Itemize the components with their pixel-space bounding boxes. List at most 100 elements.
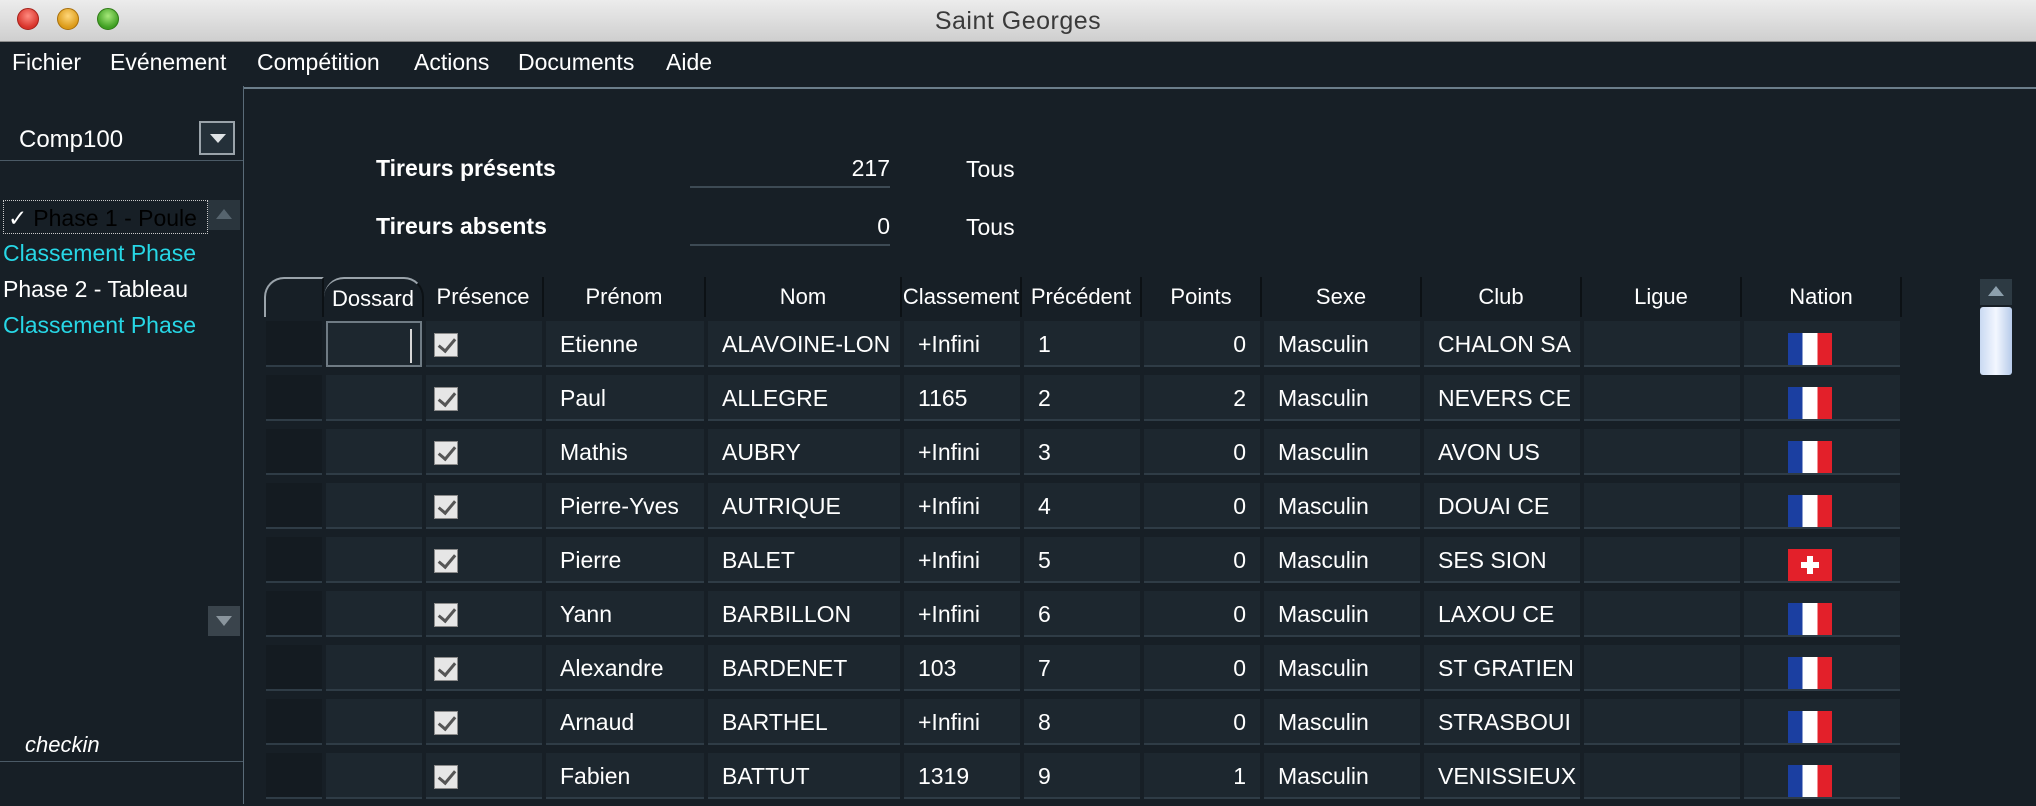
phase-item[interactable]: ✓ Phase 1 - Poule <box>3 200 208 234</box>
cell-ligue[interactable] <box>1584 753 1740 799</box>
cell-sexe[interactable]: Masculin <box>1264 753 1420 799</box>
cell-points[interactable]: 0 <box>1144 429 1260 475</box>
cell-club[interactable]: AVON US <box>1424 429 1580 475</box>
cell-prenom[interactable]: Pierre-Yves <box>546 483 704 529</box>
cell-club[interactable]: LAXOU CE <box>1424 591 1580 637</box>
phase-item[interactable]: Phase 2 - Tableau <box>3 272 208 306</box>
cell-classement[interactable]: 1319 <box>904 753 1020 799</box>
absent-shooters-filter[interactable]: Tous <box>966 214 1015 241</box>
cell-sexe[interactable]: Masculin <box>1264 483 1420 529</box>
cell-row-header[interactable] <box>266 321 322 367</box>
column-header-dossard[interactable]: Dossard <box>324 277 424 317</box>
cell-club[interactable]: NEVERS CE <box>1424 375 1580 421</box>
cell-ligue[interactable] <box>1584 645 1740 691</box>
cell-points[interactable]: 0 <box>1144 483 1260 529</box>
cell-dossard[interactable] <box>326 483 422 529</box>
column-header-precedent[interactable]: Précédent <box>1022 277 1142 317</box>
cell-presence[interactable] <box>426 429 542 475</box>
cell-nom[interactable]: ALLEGRE <box>708 375 900 421</box>
cell-dossard[interactable] <box>326 591 422 637</box>
cell-sexe[interactable]: Masculin <box>1264 699 1420 745</box>
cell-presence[interactable] <box>426 645 542 691</box>
cell-ligue[interactable] <box>1584 537 1740 583</box>
cell-classement[interactable]: +Infini <box>904 483 1020 529</box>
competition-dropdown-button[interactable] <box>199 121 235 155</box>
cell-club[interactable]: SES SION <box>1424 537 1580 583</box>
cell-club[interactable]: ST GRATIEN <box>1424 645 1580 691</box>
phase-list-scroll-up-icon[interactable] <box>208 200 240 230</box>
cell-precedent[interactable]: 7 <box>1024 645 1140 691</box>
phase-item[interactable]: Classement Phase <box>3 236 208 270</box>
table-scroll-up-icon[interactable] <box>1980 279 2012 305</box>
cell-presence[interactable] <box>426 321 542 367</box>
cell-nom[interactable]: BARBILLON <box>708 591 900 637</box>
phase-item[interactable]: Classement Phase <box>3 308 208 342</box>
cell-nom[interactable]: AUTRIQUE <box>708 483 900 529</box>
competition-select-value[interactable]: Comp100 <box>19 126 123 154</box>
table-row[interactable]: Etienne ALAVOINE-LON +Infini 1 0 Masculin CHAL… <box>264 317 1904 371</box>
cell-ligue[interactable] <box>1584 483 1740 529</box>
presence-checkbox[interactable] <box>434 387 458 411</box>
column-header-ligue[interactable]: Ligue <box>1582 277 1742 317</box>
cell-ligue[interactable] <box>1584 699 1740 745</box>
cell-row-header[interactable] <box>266 699 322 745</box>
column-header-presence[interactable]: Présence <box>424 277 544 317</box>
menu-aide[interactable]: Aide <box>666 49 712 76</box>
cell-club[interactable]: CHALON SA <box>1424 321 1580 367</box>
table-row[interactable]: Pierre BALET +Infini 5 0 Masculin SES SION <box>264 533 1904 587</box>
menu-fichier[interactable]: Fichier <box>12 49 81 76</box>
cell-presence[interactable] <box>426 537 542 583</box>
cell-nom[interactable]: BALET <box>708 537 900 583</box>
cell-nom[interactable]: BARTHEL <box>708 699 900 745</box>
table-row[interactable]: Alexandre BARDENET 103 7 0 Masculin ST GRATIEN <box>264 641 1904 695</box>
cell-sexe[interactable]: Masculin <box>1264 537 1420 583</box>
cell-club[interactable]: DOUAI CE <box>1424 483 1580 529</box>
cell-prenom[interactable]: Pierre <box>546 537 704 583</box>
cell-presence[interactable] <box>426 753 542 799</box>
presence-checkbox[interactable] <box>434 603 458 627</box>
cell-precedent[interactable]: 5 <box>1024 537 1140 583</box>
menu-evenement[interactable]: Evénement <box>110 49 226 76</box>
phase-list-scroll-down-icon[interactable] <box>208 606 240 636</box>
cell-sexe[interactable]: Masculin <box>1264 321 1420 367</box>
column-header-nation[interactable]: Nation <box>1742 277 1902 317</box>
cell-prenom[interactable]: Fabien <box>546 753 704 799</box>
cell-row-header[interactable] <box>266 645 322 691</box>
cell-nom[interactable]: ALAVOINE-LON <box>708 321 900 367</box>
cell-dossard[interactable] <box>326 321 422 367</box>
cell-club[interactable]: STRASBOUI <box>1424 699 1580 745</box>
cell-ligue[interactable] <box>1584 591 1740 637</box>
menu-competition[interactable]: Compétition <box>257 49 380 76</box>
column-header-row-header[interactable] <box>264 277 324 317</box>
cell-prenom[interactable]: Yann <box>546 591 704 637</box>
presence-checkbox[interactable] <box>434 765 458 789</box>
cell-points[interactable]: 2 <box>1144 375 1260 421</box>
column-header-club[interactable]: Club <box>1422 277 1582 317</box>
column-header-points[interactable]: Points <box>1142 277 1262 317</box>
cell-sexe[interactable]: Masculin <box>1264 375 1420 421</box>
cell-precedent[interactable]: 8 <box>1024 699 1140 745</box>
cell-row-header[interactable] <box>266 483 322 529</box>
cell-dossard[interactable] <box>326 645 422 691</box>
cell-precedent[interactable]: 9 <box>1024 753 1140 799</box>
cell-presence[interactable] <box>426 375 542 421</box>
cell-row-header[interactable] <box>266 537 322 583</box>
cell-points[interactable]: 0 <box>1144 321 1260 367</box>
cell-presence[interactable] <box>426 591 542 637</box>
cell-points[interactable]: 0 <box>1144 699 1260 745</box>
cell-row-header[interactable] <box>266 753 322 799</box>
cell-points[interactable]: 0 <box>1144 645 1260 691</box>
cell-points[interactable]: 1 <box>1144 753 1260 799</box>
cell-precedent[interactable]: 6 <box>1024 591 1140 637</box>
cell-sexe[interactable]: Masculin <box>1264 591 1420 637</box>
cell-dossard[interactable] <box>326 375 422 421</box>
cell-ligue[interactable] <box>1584 429 1740 475</box>
table-row[interactable]: Yann BARBILLON +Infini 6 0 Masculin LAXOU CE <box>264 587 1904 641</box>
cell-nom[interactable]: AUBRY <box>708 429 900 475</box>
cell-presence[interactable] <box>426 483 542 529</box>
cell-classement[interactable]: +Infini <box>904 591 1020 637</box>
cell-sexe[interactable]: Masculin <box>1264 645 1420 691</box>
cell-row-header[interactable] <box>266 375 322 421</box>
cell-classement[interactable]: +Infini <box>904 321 1020 367</box>
cell-prenom[interactable]: Etienne <box>546 321 704 367</box>
